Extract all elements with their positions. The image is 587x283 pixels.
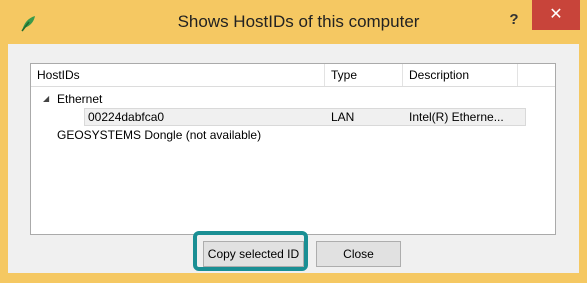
column-header-hostids[interactable]: HostIDs bbox=[31, 64, 325, 86]
column-header-row: HostIDs Type Description bbox=[31, 64, 555, 87]
hostid-value: 00224dabfca0 bbox=[88, 110, 165, 124]
column-header-description[interactable]: Description bbox=[403, 64, 518, 86]
collapse-arrow-icon[interactable]: ◢ bbox=[43, 90, 49, 108]
help-button[interactable]: ? bbox=[499, 8, 529, 32]
tree-row-lan[interactable]: 00224dabfca0 LAN Intel(R) Etherne... bbox=[31, 108, 555, 126]
close-button[interactable]: Close bbox=[316, 241, 401, 267]
copy-selected-id-button[interactable]: Copy selected ID bbox=[203, 241, 304, 267]
dongle-label: GEOSYSTEMS Dongle (not available) bbox=[57, 128, 262, 142]
tree-group-label: Ethernet bbox=[57, 92, 103, 106]
tree-row-ethernet[interactable]: ◢ Ethernet bbox=[31, 90, 555, 108]
hostid-tree-list[interactable]: HostIDs Type Description ◢ Ethernet 0022… bbox=[30, 63, 556, 235]
tree-row-dongle[interactable]: GEOSYSTEMS Dongle (not available) bbox=[31, 126, 555, 144]
description-value: Intel(R) Etherne... bbox=[409, 110, 504, 124]
title-bar[interactable]: Shows HostIDs of this computer ? ✕ bbox=[0, 0, 587, 44]
dialog-window: Shows HostIDs of this computer ? ✕ HostI… bbox=[0, 0, 587, 283]
column-header-type[interactable]: Type bbox=[325, 64, 403, 86]
window-close-button[interactable]: ✕ bbox=[532, 0, 580, 30]
type-value: LAN bbox=[331, 110, 355, 124]
